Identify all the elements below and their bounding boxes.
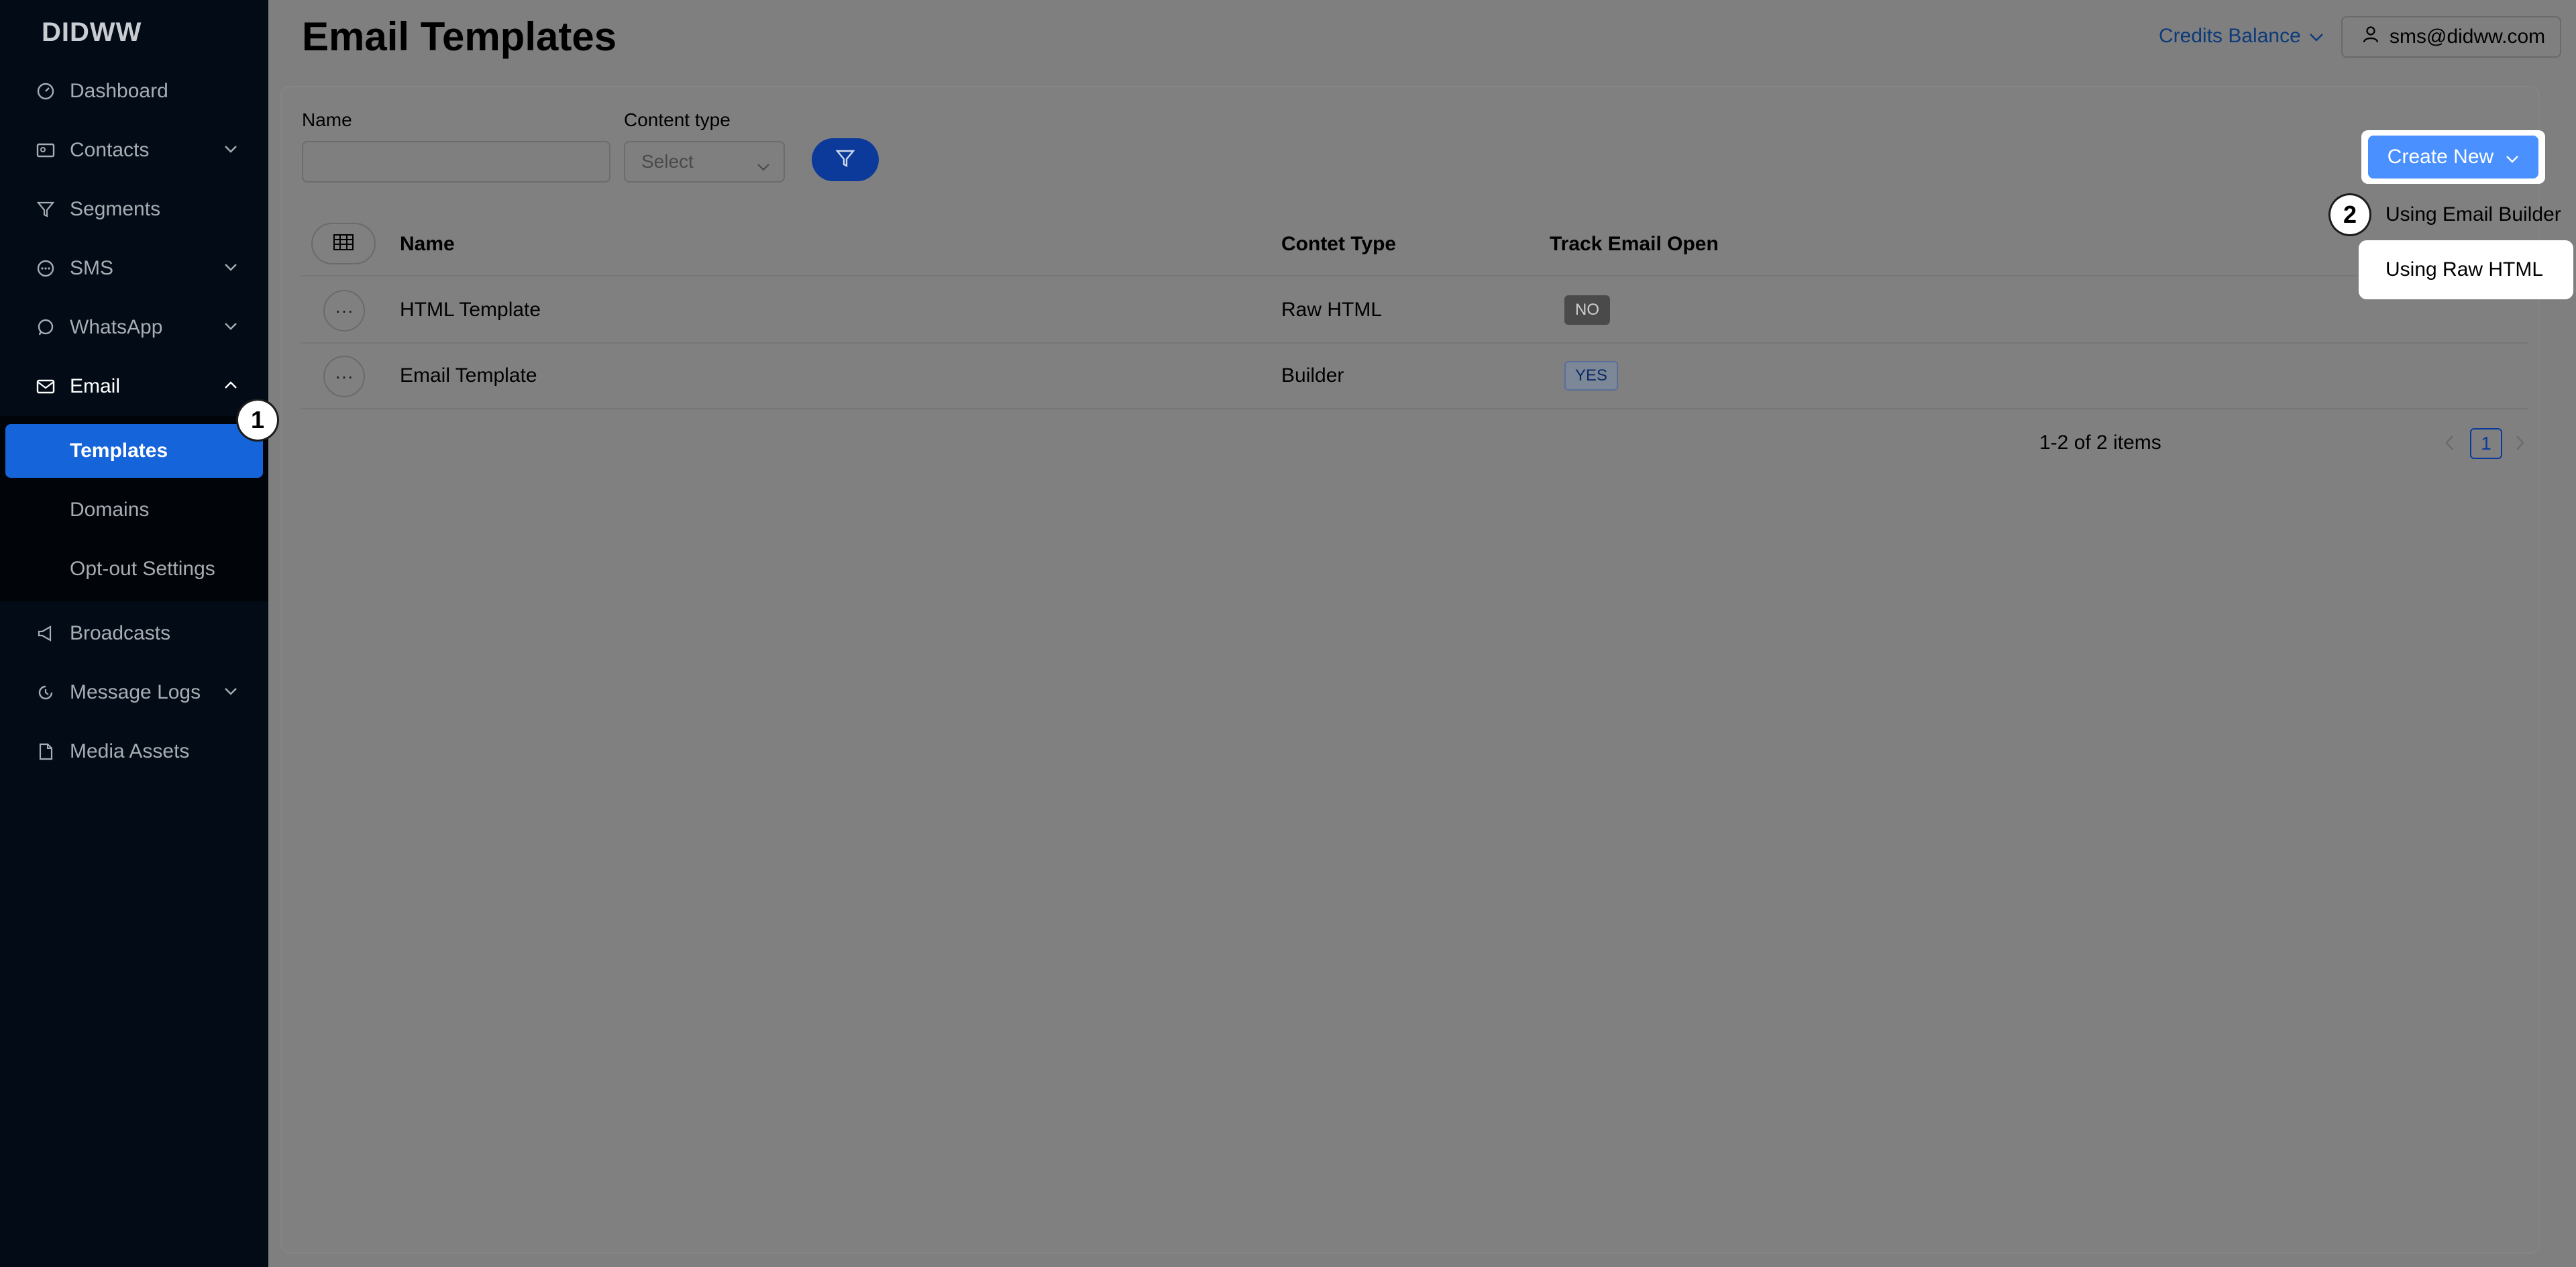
table-row[interactable]: ··· Email Template Builder YES: [301, 344, 2528, 409]
apply-filter-button[interactable]: [812, 138, 879, 181]
chevron-left-icon: [2445, 435, 2454, 454]
sidebar-item-domains[interactable]: Domains: [0, 483, 268, 537]
name-filter-input[interactable]: [302, 141, 610, 183]
table-row[interactable]: ··· HTML Template Raw HTML NO: [301, 278, 2528, 344]
prev-page-button[interactable]: [2439, 432, 2459, 456]
chevron-down-icon: [2506, 146, 2519, 168]
chevron-down-icon: [221, 682, 240, 701]
sidebar-item-label: Email: [70, 375, 121, 397]
sidebar-item-media-assets[interactable]: Media Assets: [0, 725, 268, 778]
sidebar-item-message-logs[interactable]: Message Logs: [0, 666, 268, 719]
sidebar-item-whatsapp[interactable]: WhatsApp: [0, 301, 268, 354]
status-badge: NO: [1564, 295, 1610, 325]
brand-logo[interactable]: DIDWW: [42, 17, 142, 47]
row-actions-button[interactable]: ···: [323, 290, 365, 332]
sidebar-item-label: Broadcasts: [70, 622, 171, 644]
column-header-content-type[interactable]: Contet Type: [1281, 232, 1396, 256]
chevron-down-icon: [221, 140, 240, 158]
table-header: Name Contet Type Track Email Open: [301, 212, 2528, 276]
sidebar-item-label: Templates: [70, 440, 168, 462]
sidebar-item-label: Segments: [70, 198, 161, 220]
create-new-button[interactable]: Create New: [2368, 136, 2538, 179]
pagination-summary: 1-2 of 2 items: [2039, 432, 2161, 454]
email-submenu: Templates Domains Opt-out Settings: [0, 416, 268, 601]
status-badge: YES: [1564, 361, 1619, 391]
sidebar-item-broadcasts[interactable]: Broadcasts: [0, 607, 268, 660]
sidebar-item-label: Contacts: [70, 139, 150, 161]
sidebar-item-label: Domains: [70, 499, 150, 521]
option-using-email-builder[interactable]: Using Email Builder: [2385, 203, 2561, 227]
page-number-current[interactable]: 1: [2470, 428, 2502, 459]
credits-balance-label: Credits Balance: [2159, 25, 2301, 47]
dashboard-icon: [36, 82, 55, 101]
sidebar-item-label: Media Assets: [70, 740, 190, 762]
file-icon: [36, 742, 55, 761]
column-settings-button[interactable]: [311, 223, 376, 264]
create-new-highlight: Create New: [2361, 130, 2545, 184]
user-email: sms@didww.com: [2390, 26, 2546, 48]
templates-card: Name Content type Select Create New Name…: [282, 87, 2545, 1252]
filter-icon: [835, 148, 855, 172]
contacts-icon: [36, 141, 55, 160]
column-header-name[interactable]: Name: [400, 232, 455, 256]
whatsapp-icon: [36, 318, 55, 337]
template-name[interactable]: HTML Template: [400, 298, 541, 322]
template-content-type: Raw HTML: [1281, 299, 1383, 321]
chevron-up-icon: [221, 376, 240, 395]
user-account-button[interactable]: sms@didww.com: [2341, 16, 2561, 58]
sidebar-item-label: Message Logs: [70, 681, 201, 703]
sidebar-item-opt-out-settings[interactable]: Opt-out Settings: [0, 542, 268, 596]
credits-balance-dropdown[interactable]: Credits Balance: [2159, 23, 2324, 50]
sidebar-item-label: SMS: [70, 257, 114, 279]
mail-icon: [36, 377, 55, 396]
sidebar-item-segments[interactable]: Segments: [0, 183, 268, 236]
sidebar-item-templates[interactable]: Templates: [5, 424, 263, 478]
chevron-down-icon: [2309, 23, 2324, 50]
sidebar-item-dashboard[interactable]: Dashboard: [0, 64, 268, 118]
sidebar-item-email[interactable]: Email: [0, 360, 268, 413]
broadcast-icon: [36, 624, 55, 643]
content-type-filter-label: Content type: [624, 109, 731, 130]
sidebar-item-label: Opt-out Settings: [70, 558, 215, 580]
more-icon: ···: [335, 300, 354, 321]
chevron-down-icon: [221, 258, 240, 276]
step-badge-2: 2: [2330, 195, 2369, 234]
template-content-type: Builder: [1281, 364, 1344, 387]
row-actions-button[interactable]: ···: [323, 356, 365, 397]
sidebar: DIDWW Dashboard Contacts Segments SMS Wh…: [0, 0, 268, 1267]
sidebar-item-label: WhatsApp: [70, 316, 163, 338]
content-type-select[interactable]: Select: [624, 141, 785, 183]
template-name[interactable]: Email Template: [400, 364, 537, 388]
chevron-down-icon: [757, 154, 770, 176]
option-using-raw-html-label: Using Raw HTML: [2385, 258, 2544, 281]
table-icon: [333, 234, 354, 254]
option-using-raw-html[interactable]: Using Raw HTML: [2359, 240, 2573, 299]
next-page-button[interactable]: [2510, 432, 2530, 456]
user-icon: [2363, 26, 2379, 48]
more-icon: ···: [335, 366, 354, 387]
filter-icon: [36, 200, 55, 219]
step-badge-1: 1: [238, 401, 277, 440]
sms-icon: [36, 259, 55, 278]
content-type-placeholder: Select: [641, 151, 694, 172]
name-filter-label: Name: [302, 109, 352, 130]
history-icon: [36, 683, 55, 702]
page-title: Email Templates: [302, 14, 617, 59]
sidebar-item-label: Dashboard: [70, 80, 168, 102]
chevron-down-icon: [221, 317, 240, 336]
sidebar-item-contacts[interactable]: Contacts: [0, 123, 268, 177]
chevron-right-icon: [2516, 435, 2525, 454]
sidebar-item-sms[interactable]: SMS: [0, 242, 268, 295]
create-new-label: Create New: [2387, 146, 2494, 168]
page-header: Email Templates Credits Balance sms@didw…: [268, 0, 2576, 72]
column-header-track-email-open[interactable]: Track Email Open: [1550, 232, 1719, 256]
